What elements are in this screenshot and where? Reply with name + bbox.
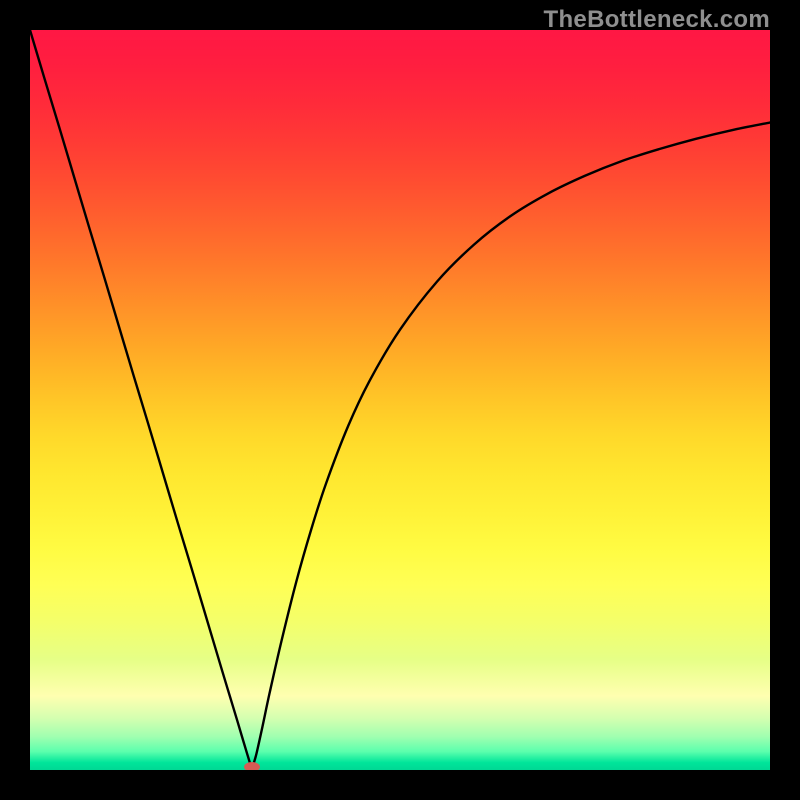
bottleneck-chart xyxy=(30,30,770,770)
plot-area xyxy=(30,30,770,770)
chart-frame: TheBottleneck.com xyxy=(0,0,800,800)
